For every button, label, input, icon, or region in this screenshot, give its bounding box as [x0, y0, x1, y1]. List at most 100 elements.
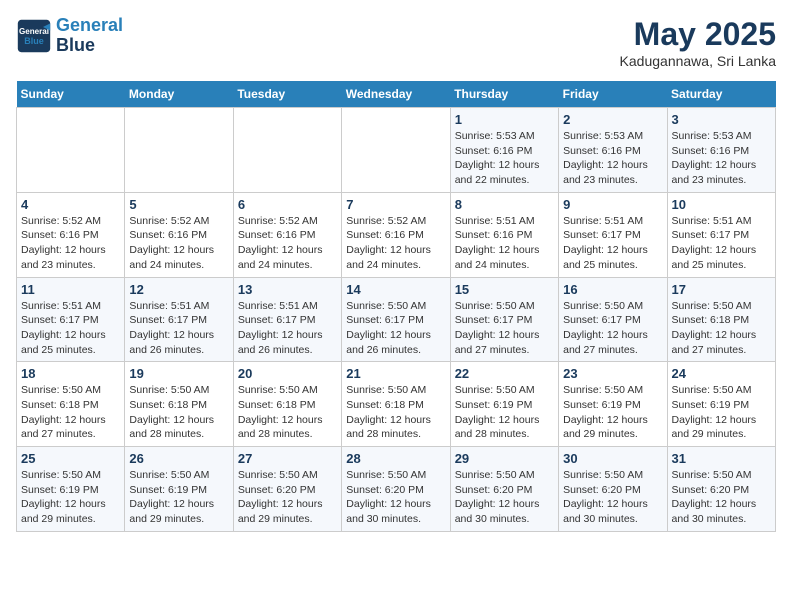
day-info: Sunrise: 5:51 AM Sunset: 6:17 PM Dayligh… — [238, 299, 337, 358]
calendar-cell: 25 Sunrise: 5:50 AM Sunset: 6:19 PM Dayli… — [17, 447, 125, 532]
day-number: 28 — [346, 451, 445, 466]
day-info: Sunrise: 5:50 AM Sunset: 6:20 PM Dayligh… — [346, 468, 445, 527]
calendar-table: SundayMondayTuesdayWednesdayThursdayFrid… — [16, 81, 776, 532]
day-info: Sunrise: 5:51 AM Sunset: 6:17 PM Dayligh… — [563, 214, 662, 273]
day-number: 7 — [346, 197, 445, 212]
day-number: 30 — [563, 451, 662, 466]
day-number: 5 — [129, 197, 228, 212]
day-number: 19 — [129, 366, 228, 381]
day-number: 24 — [672, 366, 771, 381]
day-info: Sunrise: 5:53 AM Sunset: 6:16 PM Dayligh… — [672, 129, 771, 188]
week-row-3: 11 Sunrise: 5:51 AM Sunset: 6:17 PM Dayli… — [17, 277, 776, 362]
day-info: Sunrise: 5:50 AM Sunset: 6:18 PM Dayligh… — [129, 383, 228, 442]
week-row-2: 4 Sunrise: 5:52 AM Sunset: 6:16 PM Daylig… — [17, 192, 776, 277]
calendar-cell: 12 Sunrise: 5:51 AM Sunset: 6:17 PM Dayli… — [125, 277, 233, 362]
calendar-cell: 31Sunrise: 5:50 AM Sunset: 6:20 PM Dayli… — [667, 447, 775, 532]
header-day-thursday: Thursday — [450, 81, 558, 108]
logo: General Blue GeneralBlue — [16, 16, 123, 56]
calendar-cell: 21Sunrise: 5:50 AM Sunset: 6:18 PM Dayli… — [342, 362, 450, 447]
svg-text:Blue: Blue — [24, 36, 44, 46]
day-info: Sunrise: 5:50 AM Sunset: 6:20 PM Dayligh… — [563, 468, 662, 527]
month-title: May 2025 — [620, 16, 776, 53]
header-day-saturday: Saturday — [667, 81, 775, 108]
calendar-cell: 20Sunrise: 5:50 AM Sunset: 6:18 PM Dayli… — [233, 362, 341, 447]
day-number: 20 — [238, 366, 337, 381]
day-number: 2 — [563, 112, 662, 127]
calendar-cell: 11Sunrise: 5:51 AM Sunset: 6:17 PM Dayli… — [17, 277, 125, 362]
calendar-cell: 5 Sunrise: 5:52 AM Sunset: 6:16 PM Daylig… — [125, 192, 233, 277]
calendar-cell: 26 Sunrise: 5:50 AM Sunset: 6:19 PM Dayli… — [125, 447, 233, 532]
day-number: 1 — [455, 112, 554, 127]
calendar-cell: 28 Sunrise: 5:50 AM Sunset: 6:20 PM Dayli… — [342, 447, 450, 532]
calendar-cell: 4Sunrise: 5:52 AM Sunset: 6:16 PM Daylig… — [17, 192, 125, 277]
day-info: Sunrise: 5:53 AM Sunset: 6:16 PM Dayligh… — [563, 129, 662, 188]
week-row-4: 18 Sunrise: 5:50 AM Sunset: 6:18 PM Dayli… — [17, 362, 776, 447]
calendar-cell — [342, 108, 450, 193]
day-number: 11 — [21, 282, 120, 297]
calendar-cell: 10 Sunrise: 5:51 AM Sunset: 6:17 PM Dayli… — [667, 192, 775, 277]
day-info: Sunrise: 5:50 AM Sunset: 6:20 PM Dayligh… — [455, 468, 554, 527]
calendar-cell: 22 Sunrise: 5:50 AM Sunset: 6:19 PM Dayli… — [450, 362, 558, 447]
header-day-friday: Friday — [559, 81, 667, 108]
day-info: Sunrise: 5:50 AM Sunset: 6:20 PM Dayligh… — [672, 468, 771, 527]
calendar-cell: 23 Sunrise: 5:50 AM Sunset: 6:19 PM Dayli… — [559, 362, 667, 447]
day-info: Sunrise: 5:50 AM Sunset: 6:19 PM Dayligh… — [21, 468, 120, 527]
day-number: 12 — [129, 282, 228, 297]
day-number: 10 — [672, 197, 771, 212]
day-number: 29 — [455, 451, 554, 466]
calendar-cell: 6Sunrise: 5:52 AM Sunset: 6:16 PM Daylig… — [233, 192, 341, 277]
calendar-cell — [125, 108, 233, 193]
day-number: 3 — [672, 112, 771, 127]
calendar-cell: 8Sunrise: 5:51 AM Sunset: 6:16 PM Daylig… — [450, 192, 558, 277]
title-block: May 2025 Kadugannawa, Sri Lanka — [620, 16, 776, 69]
header-day-monday: Monday — [125, 81, 233, 108]
week-row-1: 1 Sunrise: 5:53 AM Sunset: 6:16 PM Daylig… — [17, 108, 776, 193]
day-info: Sunrise: 5:53 AM Sunset: 6:16 PM Dayligh… — [455, 129, 554, 188]
week-row-5: 25 Sunrise: 5:50 AM Sunset: 6:19 PM Dayli… — [17, 447, 776, 532]
day-info: Sunrise: 5:50 AM Sunset: 6:17 PM Dayligh… — [563, 299, 662, 358]
calendar-cell — [233, 108, 341, 193]
calendar-cell: 29 Sunrise: 5:50 AM Sunset: 6:20 PM Dayli… — [450, 447, 558, 532]
day-info: Sunrise: 5:51 AM Sunset: 6:17 PM Dayligh… — [129, 299, 228, 358]
calendar-cell: 19 Sunrise: 5:50 AM Sunset: 6:18 PM Dayli… — [125, 362, 233, 447]
logo-icon: General Blue — [16, 18, 52, 54]
day-number: 18 — [21, 366, 120, 381]
header-day-sunday: Sunday — [17, 81, 125, 108]
day-info: Sunrise: 5:50 AM Sunset: 6:19 PM Dayligh… — [455, 383, 554, 442]
calendar-cell: 7 Sunrise: 5:52 AM Sunset: 6:16 PM Daylig… — [342, 192, 450, 277]
day-number: 17 — [672, 282, 771, 297]
calendar-cell: 27 Sunrise: 5:50 AM Sunset: 6:20 PM Dayli… — [233, 447, 341, 532]
calendar-cell: 15Sunrise: 5:50 AM Sunset: 6:17 PM Dayli… — [450, 277, 558, 362]
day-info: Sunrise: 5:50 AM Sunset: 6:17 PM Dayligh… — [455, 299, 554, 358]
calendar-cell: 2 Sunrise: 5:53 AM Sunset: 6:16 PM Daylig… — [559, 108, 667, 193]
calendar-cell: 30 Sunrise: 5:50 AM Sunset: 6:20 PM Dayli… — [559, 447, 667, 532]
day-number: 26 — [129, 451, 228, 466]
calendar-cell: 24 Sunrise: 5:50 AM Sunset: 6:19 PM Dayli… — [667, 362, 775, 447]
day-info: Sunrise: 5:50 AM Sunset: 6:20 PM Dayligh… — [238, 468, 337, 527]
day-info: Sunrise: 5:50 AM Sunset: 6:19 PM Dayligh… — [129, 468, 228, 527]
day-number: 27 — [238, 451, 337, 466]
calendar-cell: 1 Sunrise: 5:53 AM Sunset: 6:16 PM Daylig… — [450, 108, 558, 193]
day-number: 23 — [563, 366, 662, 381]
calendar-header: SundayMondayTuesdayWednesdayThursdayFrid… — [17, 81, 776, 108]
day-info: Sunrise: 5:50 AM Sunset: 6:18 PM Dayligh… — [21, 383, 120, 442]
calendar-cell: 13Sunrise: 5:51 AM Sunset: 6:17 PM Dayli… — [233, 277, 341, 362]
calendar-cell: 14Sunrise: 5:50 AM Sunset: 6:17 PM Dayli… — [342, 277, 450, 362]
day-info: Sunrise: 5:50 AM Sunset: 6:19 PM Dayligh… — [563, 383, 662, 442]
calendar-cell: 16 Sunrise: 5:50 AM Sunset: 6:17 PM Dayli… — [559, 277, 667, 362]
calendar-cell: 17Sunrise: 5:50 AM Sunset: 6:18 PM Dayli… — [667, 277, 775, 362]
day-number: 22 — [455, 366, 554, 381]
day-number: 16 — [563, 282, 662, 297]
calendar-cell: 18 Sunrise: 5:50 AM Sunset: 6:18 PM Dayli… — [17, 362, 125, 447]
day-info: Sunrise: 5:51 AM Sunset: 6:16 PM Dayligh… — [455, 214, 554, 273]
day-info: Sunrise: 5:51 AM Sunset: 6:17 PM Dayligh… — [672, 214, 771, 273]
calendar-cell — [17, 108, 125, 193]
location: Kadugannawa, Sri Lanka — [620, 53, 776, 69]
day-info: Sunrise: 5:50 AM Sunset: 6:19 PM Dayligh… — [672, 383, 771, 442]
calendar-cell: 3 Sunrise: 5:53 AM Sunset: 6:16 PM Daylig… — [667, 108, 775, 193]
day-number: 4 — [21, 197, 120, 212]
day-number: 9 — [563, 197, 662, 212]
day-info: Sunrise: 5:52 AM Sunset: 6:16 PM Dayligh… — [129, 214, 228, 273]
day-number: 25 — [21, 451, 120, 466]
day-info: Sunrise: 5:52 AM Sunset: 6:16 PM Dayligh… — [346, 214, 445, 273]
